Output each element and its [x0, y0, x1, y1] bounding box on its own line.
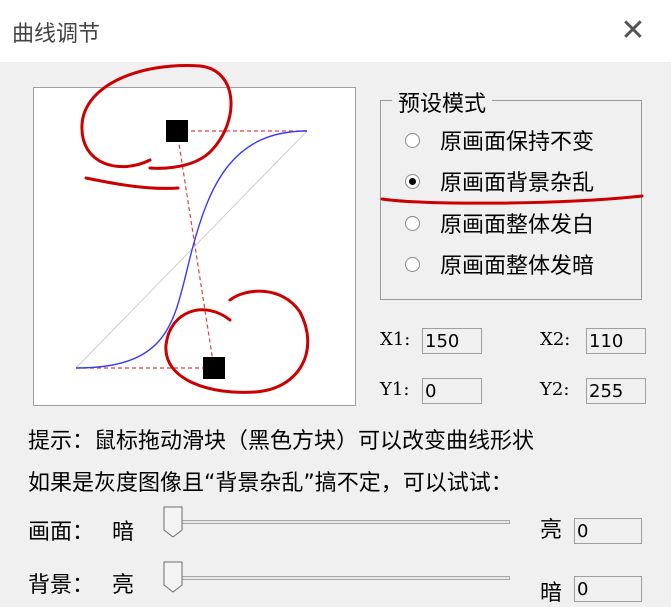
- preset-option-white[interactable]: 原画面整体发白: [405, 207, 594, 239]
- picture-label: 画面：: [28, 520, 95, 545]
- preset-option-label: 原画面背景杂乱: [440, 171, 595, 196]
- radio-icon[interactable]: [405, 173, 420, 189]
- y2-field[interactable]: 255: [586, 378, 646, 404]
- title-bar: 曲线调节 ✕: [0, 0, 671, 62]
- preset-legend: 预设模式: [392, 86, 493, 118]
- control-point-1[interactable]: [166, 120, 188, 142]
- x1-label: X1:: [380, 329, 411, 350]
- radio-icon[interactable]: [405, 215, 420, 231]
- preset-option-dark[interactable]: 原画面整体发暗: [405, 248, 594, 280]
- preset-option-cluttered[interactable]: 原画面背景杂乱: [405, 165, 594, 197]
- background-slider-track[interactable]: [170, 576, 510, 580]
- curve-canvas: [75, 120, 308, 379]
- picture-slider-thumb[interactable]: [163, 506, 183, 538]
- hint-text-2: 如果是灰度图像且“背景杂乱”搞不定，可以试试：: [28, 471, 513, 496]
- picture-high-label: 亮: [540, 518, 563, 543]
- x2-label: X2:: [540, 329, 571, 350]
- background-high-label: 暗: [540, 581, 563, 606]
- preset-option-label: 原画面整体发白: [440, 213, 595, 238]
- x2-field[interactable]: 110: [586, 328, 646, 354]
- y1-label: Y1:: [380, 379, 410, 400]
- preset-option-label: 原画面整体发暗: [440, 254, 595, 279]
- radio-icon[interactable]: [405, 132, 420, 148]
- x1-field[interactable]: 150: [422, 328, 482, 354]
- curve-editor[interactable]: [33, 87, 356, 406]
- picture-value-field[interactable]: 0: [574, 518, 642, 544]
- close-icon[interactable]: ✕: [616, 14, 650, 48]
- picture-slider-track[interactable]: [170, 520, 510, 524]
- window-title: 曲线调节: [12, 22, 101, 47]
- y2-label: Y2:: [540, 379, 570, 400]
- preset-option-label: 原画面保持不变: [440, 130, 595, 155]
- preset-option-keep[interactable]: 原画面保持不变: [405, 124, 594, 156]
- y1-field[interactable]: 0: [422, 378, 482, 404]
- background-value-field[interactable]: 0: [574, 576, 642, 602]
- control-point-2[interactable]: [203, 357, 225, 379]
- guide-line-diagonal: [176, 130, 215, 369]
- background-label: 背景：: [28, 573, 95, 598]
- background-slider-thumb[interactable]: [163, 561, 183, 593]
- background-low-label: 亮: [112, 573, 135, 598]
- hint-text-1: 提示：鼠标拖动滑块（黑色方块）可以改变曲线形状: [28, 429, 535, 454]
- radio-icon[interactable]: [405, 256, 420, 272]
- picture-low-label: 暗: [112, 520, 135, 545]
